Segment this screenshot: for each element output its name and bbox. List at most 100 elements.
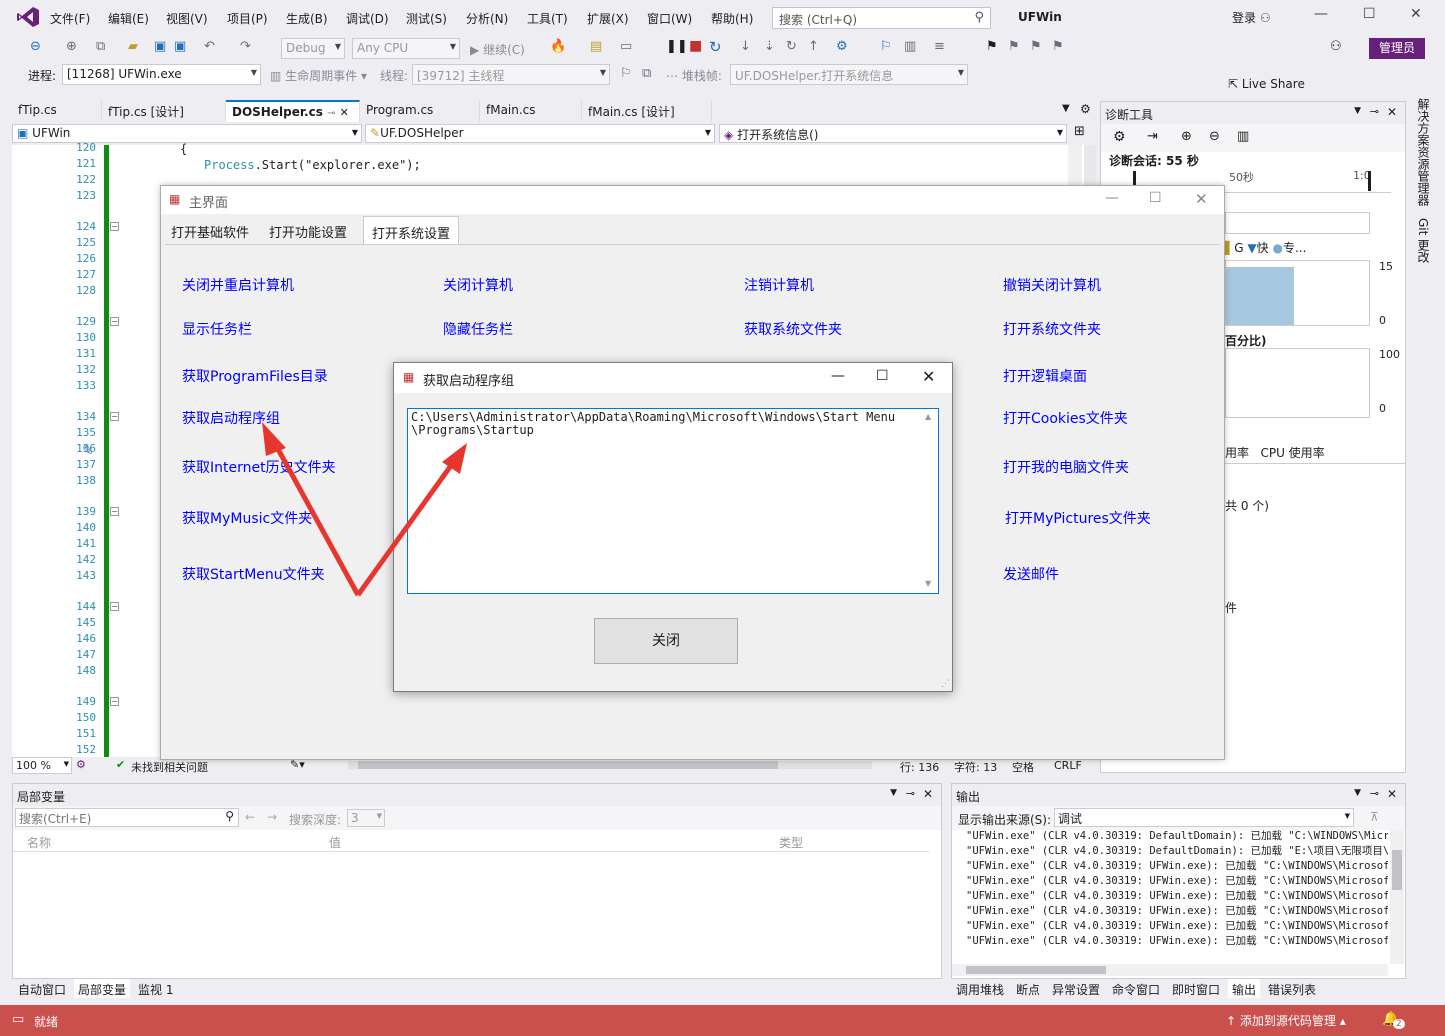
menu-item[interactable]: 帮助(H)	[711, 10, 753, 27]
menu-item[interactable]: 工具(T)	[527, 10, 568, 27]
attach-icon[interactable]: ▤	[590, 39, 602, 54]
output-horizontal-scrollbar[interactable]	[952, 964, 1388, 976]
link-send-email[interactable]: 发送邮件	[1003, 564, 1059, 584]
menu-item[interactable]: 视图(V)	[166, 10, 208, 27]
close-icon[interactable]: ✕	[1410, 6, 1422, 22]
bookmark-next-icon[interactable]: ⚑	[1030, 39, 1042, 54]
zoom-in-icon[interactable]: ⊕	[1181, 129, 1192, 144]
scroll-thumb[interactable]	[1392, 850, 1402, 890]
editor-horizontal-scrollbar[interactable]	[348, 761, 872, 769]
threads-icon[interactable]: ⧉	[642, 66, 651, 81]
hot-reload-icon[interactable]: 🔥	[550, 39, 566, 54]
tab-function-settings[interactable]: 打开功能设置	[261, 216, 356, 244]
person-icon[interactable]: ⚇	[1330, 39, 1342, 54]
tab-autos[interactable]: 自动窗口	[14, 979, 70, 998]
menu-item[interactable]: 窗口(W)	[647, 10, 692, 27]
menu-item[interactable]: 分析(N)	[466, 10, 508, 27]
link-open-my-computer[interactable]: 打开我的电脑文件夹	[1003, 457, 1129, 477]
class-select[interactable]: ✎UF.DOSHelper ▼	[365, 124, 715, 143]
menu-item[interactable]: 生成(B)	[286, 10, 328, 27]
path-textbox[interactable]: C:\Users\Administrator\AppData\Roaming\M…	[407, 408, 939, 594]
member-select[interactable]: ◈ 打开系统信息() ▼	[719, 124, 1067, 143]
configuration-select[interactable]: Debug ▼	[281, 38, 345, 59]
link-get-startmenu[interactable]: 获取StartMenu文件夹	[182, 564, 325, 584]
step-over-icon[interactable]: ↓	[740, 39, 751, 54]
tab-ftip-cs[interactable]: fTip.cs	[12, 100, 102, 122]
menu-item[interactable]: 调试(D)	[346, 10, 389, 27]
close-icon[interactable]: ✕	[1387, 787, 1397, 801]
back-icon[interactable]: ←	[245, 810, 255, 824]
column-indicator[interactable]: 字符: 13	[954, 759, 997, 775]
pin-icon[interactable]: ⊸	[1370, 105, 1379, 118]
tab-fmain-design[interactable]: fMain.cs [设计]	[582, 100, 712, 122]
tab-fmain-cs[interactable]: fMain.cs	[480, 100, 582, 122]
maximize-icon[interactable]: ☐	[876, 368, 889, 384]
save-icon[interactable]: ▣	[154, 39, 166, 54]
search-input[interactable]: 搜索 (Ctrl+Q) ⚲	[772, 7, 991, 29]
tab-call-stack[interactable]: 调用堆栈	[952, 979, 1008, 998]
undo-icon[interactable]: ↶	[204, 39, 215, 54]
tab-exception-settings[interactable]: 异常设置	[1048, 979, 1104, 998]
link-open-logical-desktop[interactable]: 打开逻辑桌面	[1003, 366, 1087, 386]
menu-item[interactable]: 项目(P)	[227, 10, 268, 27]
zoom-select[interactable]: 100 % ▼	[12, 757, 72, 774]
link-open-mypictures[interactable]: 打开MyPictures文件夹	[1005, 508, 1151, 528]
pin-icon[interactable]: ⊸	[327, 108, 335, 119]
link-get-startup-group[interactable]: 获取启动程序组	[182, 408, 280, 428]
menu-item[interactable]: 编辑(E)	[108, 10, 149, 27]
memory-chart[interactable]	[1225, 260, 1370, 326]
login-link[interactable]: 登录 ⚇	[1232, 9, 1271, 26]
output-source-select[interactable]: 调试 ▼	[1054, 808, 1354, 827]
link-get-programfiles[interactable]: 获取ProgramFiles目录	[182, 366, 328, 386]
split-editor-icon[interactable]: ⊞	[1074, 124, 1085, 139]
columns-icon[interactable]: ▥	[904, 39, 916, 54]
column-name[interactable]: 名称	[27, 834, 51, 851]
dropdown-icon[interactable]: ▼	[1354, 788, 1361, 798]
thread-select[interactable]: [39712] 主线程 ▼	[412, 64, 610, 85]
collapse-icon[interactable]: −	[110, 507, 119, 516]
tab-output[interactable]: 输出	[1228, 979, 1261, 998]
output-vertical-scrollbar[interactable]	[1390, 830, 1404, 964]
export-icon[interactable]: ⇥	[1147, 129, 1158, 144]
collapse-icon[interactable]: −	[110, 412, 119, 421]
column-type[interactable]: 类型	[779, 834, 803, 851]
back-icon[interactable]: ⊖	[30, 39, 41, 54]
quick-actions-icon[interactable]: ✎	[82, 443, 94, 459]
close-button[interactable]: 关闭	[594, 618, 738, 664]
maximize-icon[interactable]: ☐	[1363, 6, 1376, 22]
person-feedback-icon[interactable]: ⚇	[1260, 11, 1271, 25]
close-icon[interactable]: ✕	[1195, 190, 1208, 208]
output-text[interactable]: "UFWin.exe" (CLR v4.0.30319: DefaultDoma…	[952, 830, 1388, 964]
tab-ftip-design[interactable]: fTip.cs [设计]	[102, 100, 226, 122]
layout-icon[interactable]: ▭	[620, 39, 632, 54]
source-control-button[interactable]: ↑ 添加到源代码管理 ▴	[1226, 1012, 1346, 1029]
scroll-thumb[interactable]	[966, 966, 1106, 974]
step-up-icon[interactable]: ↑	[808, 39, 819, 54]
tab-locals[interactable]: 局部变量	[74, 979, 131, 998]
close-tab-icon[interactable]: ✕	[340, 106, 349, 119]
lifecycle-events-button[interactable]: ▥ 生命周期事件 ▾	[270, 67, 367, 84]
link-hide-taskbar[interactable]: 隐藏任务栏	[443, 319, 513, 339]
new-project-icon[interactable]: ⧉	[96, 39, 105, 54]
tab-program-cs[interactable]: Program.cs	[360, 100, 480, 122]
close-icon[interactable]: ✕	[1387, 105, 1397, 119]
visual-studio-logo-icon[interactable]	[16, 6, 40, 28]
process-select[interactable]: [11268] UFWin.exe ▼	[62, 64, 261, 85]
chart-icon[interactable]: ▥	[1237, 129, 1249, 144]
bookmark-prev-icon[interactable]: ⚑	[1008, 39, 1020, 54]
link-get-system-folder[interactable]: 获取系统文件夹	[744, 319, 842, 339]
comment-icon[interactable]: ≡	[934, 39, 945, 54]
tab-cpu-usage[interactable]: CPU 使用率	[1260, 446, 1324, 460]
flag-thread-icon[interactable]: ⚐	[620, 66, 632, 81]
redo-icon[interactable]: ↷	[240, 39, 251, 54]
line-indicator[interactable]: 行: 136	[900, 759, 939, 775]
open-folder-icon[interactable]: ▰	[128, 39, 138, 54]
tab-breakpoints[interactable]: 断点	[1012, 979, 1044, 998]
close-icon[interactable]: ✕	[922, 367, 935, 386]
link-open-cookies-folder[interactable]: 打开Cookies文件夹	[1003, 408, 1128, 428]
pause-icon[interactable]: ❚❚	[666, 39, 688, 54]
tab-error-list[interactable]: 错误列表	[1264, 979, 1320, 998]
git-changes-tab[interactable]: Git 更改	[1415, 218, 1432, 263]
dropdown-icon[interactable]: ▼	[1354, 106, 1361, 116]
tab-immediate-window[interactable]: 即时窗口	[1168, 979, 1224, 998]
